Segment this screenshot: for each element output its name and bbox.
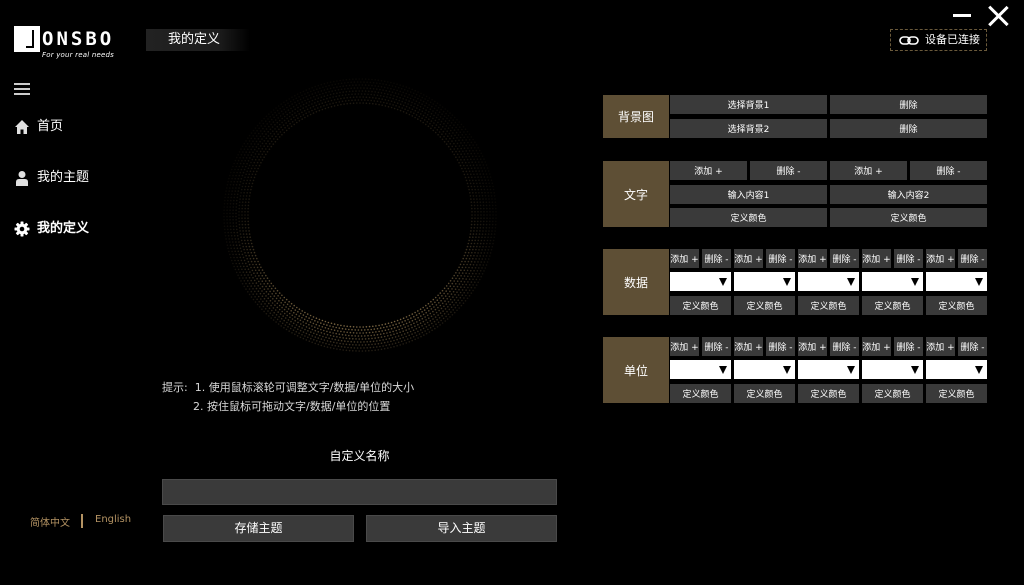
theme-preview-canvas[interactable] — [218, 76, 502, 354]
close-icon[interactable] — [987, 5, 1009, 27]
unit-add-5-button[interactable]: 添加 + — [926, 337, 955, 356]
logo-text: ONSBO — [42, 28, 115, 50]
text-add-1-button[interactable]: 添加 + — [670, 161, 747, 180]
custom-name-input[interactable] — [162, 479, 557, 505]
unit-remove-2-button[interactable]: 删除 - — [766, 337, 795, 356]
data-add-2-button[interactable]: 添加 + — [734, 249, 763, 268]
home-icon — [15, 120, 29, 134]
menu-icon[interactable] — [14, 83, 30, 95]
delete-background-2-button[interactable]: 删除 — [830, 119, 987, 138]
logo-tagline: For your real needs — [42, 51, 114, 59]
hint-text-1: 1. 使用鼠标滚轮可调整文字/数据/单位的大小 — [194, 381, 415, 394]
text-input-1-button[interactable]: 输入内容1 — [670, 185, 827, 204]
text-color-2-button[interactable]: 定义颜色 — [830, 208, 987, 227]
data-select-4-dropdown[interactable] — [862, 272, 923, 291]
select-background-2-button[interactable]: 选择背景2 — [670, 119, 827, 138]
unit-color-2-button[interactable]: 定义颜色 — [734, 384, 795, 403]
link-icon — [899, 36, 919, 45]
device-status-badge: 设备已连接 — [890, 29, 987, 51]
text-remove-1-button[interactable]: 删除 - — [750, 161, 827, 180]
minimize-icon[interactable] — [953, 14, 971, 17]
unit-remove-3-button[interactable]: 删除 - — [830, 337, 859, 356]
data-select-3-dropdown[interactable] — [798, 272, 859, 291]
text-color-1-button[interactable]: 定义颜色 — [670, 208, 827, 227]
unit-add-4-button[interactable]: 添加 + — [862, 337, 891, 356]
lang-chinese-link[interactable]: 简体中文 — [30, 514, 70, 529]
unit-select-3-dropdown[interactable] — [798, 360, 859, 379]
unit-color-5-button[interactable]: 定义颜色 — [926, 384, 987, 403]
data-select-5-dropdown[interactable] — [926, 272, 987, 291]
custom-name-label: 自定义名称 — [329, 449, 390, 463]
lang-english-link[interactable]: English — [95, 514, 131, 525]
data-remove-4-button[interactable]: 删除 - — [894, 249, 923, 268]
unit-remove-4-button[interactable]: 删除 - — [894, 337, 923, 356]
text-input-2-button[interactable]: 输入内容2 — [830, 185, 987, 204]
unit-select-5-dropdown[interactable] — [926, 360, 987, 379]
data-remove-5-button[interactable]: 删除 - — [958, 249, 987, 268]
background-section-label: 背景图 — [603, 95, 669, 138]
device-status-text: 设备已连接 — [925, 33, 980, 46]
data-color-4-button[interactable]: 定义颜色 — [862, 296, 923, 315]
unit-add-1-button[interactable]: 添加 + — [670, 337, 699, 356]
unit-remove-1-button[interactable]: 删除 - — [702, 337, 731, 356]
data-add-1-button[interactable]: 添加 + — [670, 249, 699, 268]
data-color-2-button[interactable]: 定义颜色 — [734, 296, 795, 315]
logo-mark-icon — [14, 26, 40, 52]
unit-select-2-dropdown[interactable] — [734, 360, 795, 379]
data-section-label: 数据 — [603, 249, 669, 315]
lang-divider — [81, 514, 83, 528]
text-add-2-button[interactable]: 添加 + — [830, 161, 907, 180]
data-add-5-button[interactable]: 添加 + — [926, 249, 955, 268]
sidebar-item-label: 我的主题 — [37, 170, 90, 185]
hint-line-1: 提示: 1. 使用鼠标滚轮可调整文字/数据/单位的大小 — [162, 379, 414, 395]
data-remove-2-button[interactable]: 删除 - — [766, 249, 795, 268]
save-theme-button[interactable]: 存储主题 — [163, 515, 354, 542]
preview-dotted-ring — [223, 78, 497, 352]
delete-background-1-button[interactable]: 删除 — [830, 95, 987, 114]
select-background-1-button[interactable]: 选择背景1 — [670, 95, 827, 114]
sidebar-item-label: 我的定义 — [37, 221, 90, 236]
gear-icon — [14, 221, 30, 237]
data-color-1-button[interactable]: 定义颜色 — [670, 296, 731, 315]
brand-logo: ONSBO For your real needs — [14, 26, 126, 62]
unit-select-1-dropdown[interactable] — [670, 360, 731, 379]
unit-select-4-dropdown[interactable] — [862, 360, 923, 379]
data-color-5-button[interactable]: 定义颜色 — [926, 296, 987, 315]
data-add-4-button[interactable]: 添加 + — [862, 249, 891, 268]
data-remove-3-button[interactable]: 删除 - — [830, 249, 859, 268]
user-icon — [16, 171, 28, 186]
data-select-1-dropdown[interactable] — [670, 272, 731, 291]
unit-remove-5-button[interactable]: 删除 - — [958, 337, 987, 356]
unit-add-3-button[interactable]: 添加 + — [798, 337, 827, 356]
data-color-3-button[interactable]: 定义颜色 — [798, 296, 859, 315]
hint-prefix: 提示: — [162, 381, 188, 394]
unit-color-4-button[interactable]: 定义颜色 — [862, 384, 923, 403]
hint-text-2: 2. 按住鼠标可拖动文字/数据/单位的位置 — [193, 400, 391, 413]
page-title: 我的定义 — [146, 29, 250, 51]
text-remove-2-button[interactable]: 删除 - — [910, 161, 987, 180]
data-select-2-dropdown[interactable] — [734, 272, 795, 291]
text-section-label: 文字 — [603, 161, 669, 227]
import-theme-button[interactable]: 导入主题 — [366, 515, 557, 542]
unit-add-2-button[interactable]: 添加 + — [734, 337, 763, 356]
sidebar-item-label: 首页 — [37, 119, 64, 134]
unit-color-1-button[interactable]: 定义颜色 — [670, 384, 731, 403]
unit-color-3-button[interactable]: 定义颜色 — [798, 384, 859, 403]
unit-section-label: 单位 — [603, 337, 669, 403]
data-remove-1-button[interactable]: 删除 - — [702, 249, 731, 268]
data-add-3-button[interactable]: 添加 + — [798, 249, 827, 268]
